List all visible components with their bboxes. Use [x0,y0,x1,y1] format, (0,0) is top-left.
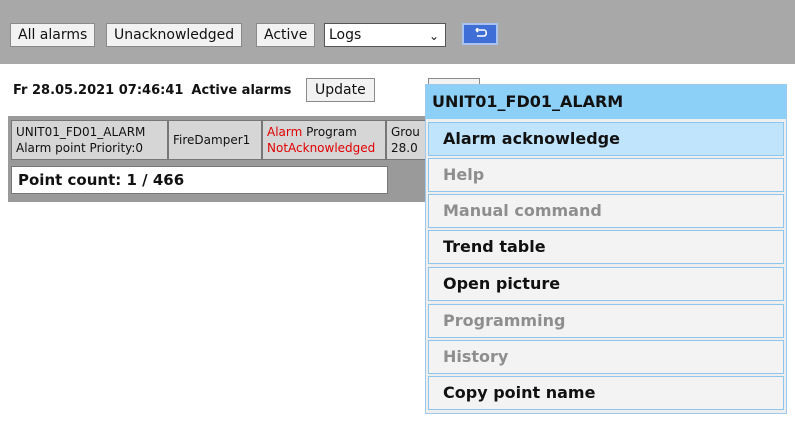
menu-item-programming[interactable]: Programming [428,304,784,338]
active-button[interactable]: Active [256,23,316,47]
table-row-point-cell[interactable]: UNIT01_FD01_ALARM Alarm point Priority:0 [11,120,168,160]
menu-item-history[interactable]: History [428,340,784,374]
context-menu: UNIT01_FD01_ALARM Alarm acknowledge Help… [425,84,787,414]
view-select[interactable]: Logs ⌄ [324,23,446,47]
menu-item-manual-command[interactable]: Manual command [428,194,784,228]
status-datetime: Fr 28.05.2021 07:46:41 [13,83,184,98]
table-row-status-cell[interactable]: Alarm Program NotAcknowledged [262,120,386,160]
context-menu-title: UNIT01_FD01_ALARM [426,85,786,119]
device-name: FireDamper1 [173,133,251,147]
menu-item-copy-point-name[interactable]: Copy point name [428,376,784,410]
alarm-table: UNIT01_FD01_ALARM Alarm point Priority:0… [8,116,428,202]
point-name: UNIT01_FD01_ALARM [16,125,146,139]
alarm-word: Alarm [267,125,303,139]
table-row-device-cell[interactable]: FireDamper1 [168,120,262,160]
menu-item-open-picture[interactable]: Open picture [428,267,784,301]
alarm-type: Program [306,125,357,139]
menu-item-alarm-acknowledge[interactable]: Alarm acknowledge [428,122,784,156]
menu-item-trend-table[interactable]: Trend table [428,230,784,264]
back-button[interactable] [462,23,498,45]
view-select-value: Logs [329,27,362,43]
return-arrow-icon [472,27,488,44]
all-alarms-button[interactable]: All alarms [10,23,96,47]
ack-status: NotAcknowledged [267,141,376,155]
alarm-viewer-page: All alarms Unacknowledged Active Logs ⌄ … [0,0,795,434]
status-line: Fr 28.05.2021 07:46:41 Active alarms [13,83,291,98]
group-partial: Grou [391,125,420,139]
point-detail: Alarm point Priority:0 [16,141,144,155]
point-count: Point count: 1 / 466 [11,166,388,194]
toolbar: All alarms Unacknowledged Active Logs ⌄ [0,0,795,64]
chevron-down-icon: ⌄ [428,29,439,43]
menu-item-help[interactable]: Help [428,158,784,192]
unacknowledged-button[interactable]: Unacknowledged [106,23,243,47]
table-row-group-cell[interactable]: Grou 28.0 [386,120,428,160]
update-button[interactable]: Update [306,78,375,102]
status-label: Active alarms [191,83,292,98]
date-partial: 28.0 [391,141,418,155]
